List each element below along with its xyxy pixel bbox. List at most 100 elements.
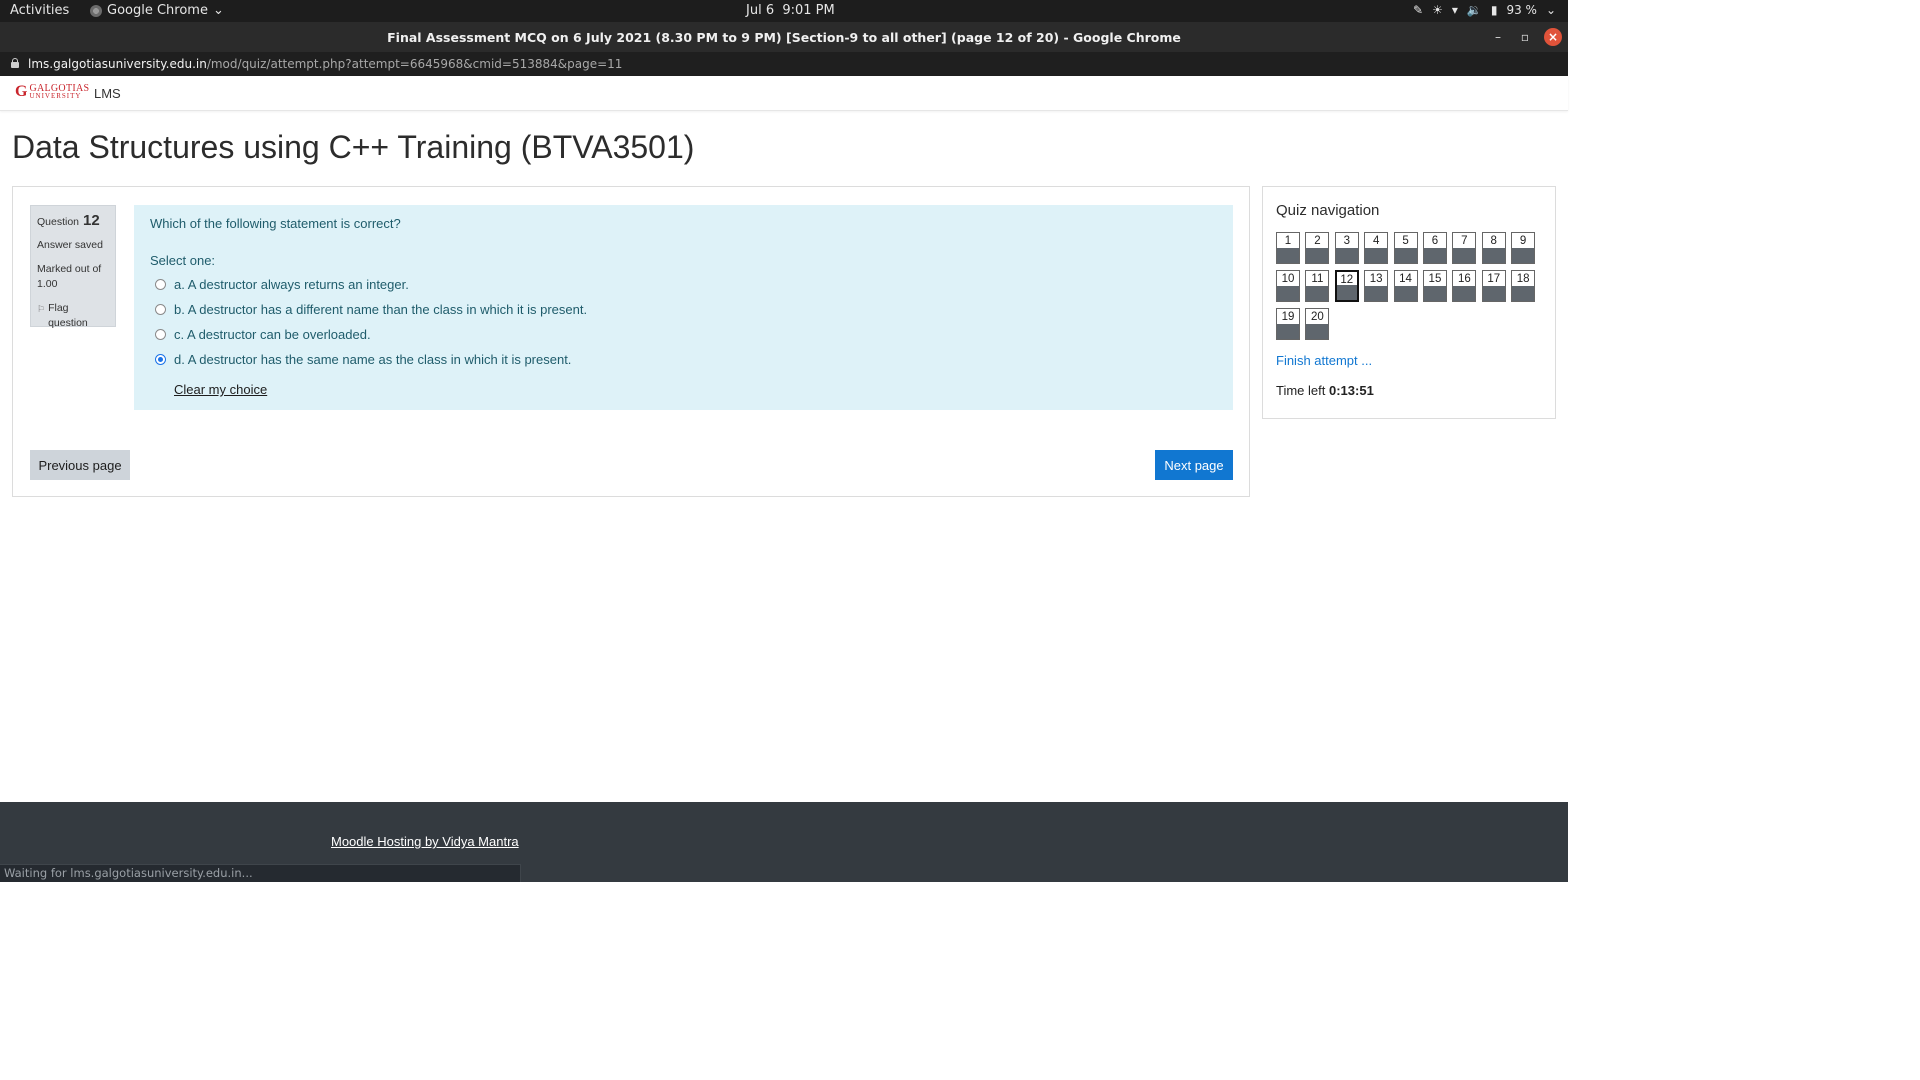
question-number: 12 xyxy=(83,212,100,229)
answered-indicator xyxy=(1365,248,1388,263)
app-menu[interactable]: Google Chrome ⌄ xyxy=(90,3,224,18)
quiz-navigation-title: Quiz navigation xyxy=(1276,202,1380,219)
answered-indicator xyxy=(1512,248,1535,263)
hosting-link[interactable]: Moodle Hosting by Vidya Mantra xyxy=(331,834,519,849)
quiz-nav-number: 1 xyxy=(1284,235,1292,247)
logo-word-2: UNIVERSITY xyxy=(29,92,82,100)
question-text: Which of the following statement is corr… xyxy=(150,216,401,231)
radio-button[interactable] xyxy=(155,304,166,315)
answered-indicator xyxy=(1277,248,1299,263)
battery-icon: ▮ xyxy=(1490,3,1498,17)
time-left-label: Time left xyxy=(1276,383,1326,398)
quiz-nav-button-9[interactable]: 9 xyxy=(1511,232,1536,264)
quiz-navigation-block: Quiz navigation 1 2 3 4 5 6 7 8 9 10 11 12 13 14 15 16 1… xyxy=(1262,186,1556,419)
radio-button[interactable] xyxy=(155,329,166,340)
quiz-nav-button-6[interactable]: 6 xyxy=(1422,232,1447,264)
answered-indicator xyxy=(1306,248,1329,263)
battery-level: 93 % xyxy=(1506,3,1537,17)
flag-question[interactable]: ⚐ Flag question xyxy=(37,301,109,331)
answered-indicator xyxy=(1482,248,1505,263)
close-icon[interactable]: × xyxy=(1544,28,1562,46)
answer-option-label: c. A destructor can be overloaded. xyxy=(174,327,371,342)
radio-button[interactable] xyxy=(155,279,166,290)
clock-time: 9:01 PM xyxy=(782,3,835,18)
quiz-nav-number: 7 xyxy=(1461,235,1468,247)
quiz-nav-number: 13 xyxy=(1369,273,1383,285)
address-bar[interactable]: lms.galgotiasuniversity.edu.in/mod/quiz/… xyxy=(0,52,1568,76)
quiz-nav-button-17[interactable]: 17 xyxy=(1481,270,1506,302)
quiz-nav-number: 14 xyxy=(1399,273,1412,285)
lock-icon[interactable] xyxy=(11,58,19,68)
brightness-icon: ☀ xyxy=(1432,3,1443,17)
answer-option[interactable]: a. A destructor always returns an intege… xyxy=(150,276,1217,293)
question-region: Question 12 Answer saved Marked out of 1… xyxy=(12,186,1250,497)
quiz-nav-button-11[interactable]: 11 xyxy=(1305,270,1330,302)
activities-button[interactable]: Activities xyxy=(10,3,69,18)
url-path: /mod/quiz/attempt.php?attempt=6645968&cm… xyxy=(206,57,623,71)
minimize-icon[interactable]: – xyxy=(1489,28,1507,46)
flag-question-label: Flag question xyxy=(48,302,88,329)
quiz-nav-number: 9 xyxy=(1519,235,1527,247)
quiz-nav-number: 17 xyxy=(1487,273,1501,285)
answered-indicator xyxy=(1512,286,1535,301)
window-title: Final Assessment MCQ on 6 July 2021 (8.3… xyxy=(387,30,1181,45)
chrome-icon xyxy=(90,4,102,17)
previous-page-button[interactable]: Previous page xyxy=(30,450,130,480)
app-menu-label: Google Chrome xyxy=(107,3,208,18)
quiz-nav-button-7[interactable]: 7 xyxy=(1452,232,1477,264)
answered-indicator xyxy=(1423,248,1446,263)
answered-indicator xyxy=(1335,248,1358,263)
answered-indicator xyxy=(1365,286,1388,301)
answered-indicator xyxy=(1277,324,1299,339)
quiz-nav-number: 4 xyxy=(1372,235,1380,247)
quiz-nav-number: 3 xyxy=(1343,235,1350,247)
radio-button[interactable] xyxy=(155,354,166,365)
clock[interactable]: Jul 6 9:01 PM xyxy=(746,3,835,18)
quiz-nav-button-16[interactable]: 16 xyxy=(1452,270,1477,302)
quiz-nav-number: 5 xyxy=(1402,235,1409,247)
system-tray[interactable]: ✎ ☀ ▾ 🔉 ▮ 93 % ⌄ xyxy=(1413,3,1556,17)
maximize-icon[interactable]: ▫ xyxy=(1516,28,1534,46)
quiz-nav-button-8[interactable]: 8 xyxy=(1481,232,1506,264)
quiz-nav-button-4[interactable]: 4 xyxy=(1364,232,1389,264)
quiz-nav-button-1[interactable]: 1 xyxy=(1276,232,1300,264)
question-state: Answer saved xyxy=(37,239,103,251)
quiz-nav-button-18[interactable]: 18 xyxy=(1511,270,1536,302)
tray-app-icon: ✎ xyxy=(1413,3,1424,17)
quiz-nav-button-20[interactable]: 20 xyxy=(1305,308,1330,340)
wifi-icon: ▾ xyxy=(1451,3,1458,17)
time-left: Time left 0:13:51 xyxy=(1276,383,1374,398)
quiz-nav-button-12[interactable]: 12 xyxy=(1334,270,1359,302)
url-text[interactable]: lms.galgotiasuniversity.edu.in/mod/quiz/… xyxy=(28,57,622,71)
clear-choice-link[interactable]: Clear my choice xyxy=(174,382,267,397)
answer-option[interactable]: c. A destructor can be overloaded. xyxy=(150,326,1217,343)
answer-option[interactable]: d. A destructor has the same name as the… xyxy=(150,351,1217,368)
answered-indicator xyxy=(1453,286,1476,301)
flag-icon: ⚐ xyxy=(37,304,46,314)
quiz-nav-button-19[interactable]: 19 xyxy=(1276,308,1300,340)
answered-indicator xyxy=(1394,286,1417,301)
quiz-nav-button-15[interactable]: 15 xyxy=(1422,270,1447,302)
quiz-nav-button-3[interactable]: 3 xyxy=(1334,232,1359,264)
answered-indicator xyxy=(1336,285,1357,300)
finish-attempt-link[interactable]: Finish attempt ... xyxy=(1276,353,1372,368)
site-name[interactable]: LMS xyxy=(94,86,121,101)
browser-status-bar: Waiting for lms.galgotiasuniversity.edu.… xyxy=(0,864,521,882)
clock-date: Jul 6 xyxy=(746,3,775,18)
os-top-bar: Activities Google Chrome ⌄ Jul 6 9:01 PM… xyxy=(0,0,1568,22)
page-title: Data Structures using C++ Training (BTVA… xyxy=(12,129,695,165)
quiz-nav-number: 8 xyxy=(1490,235,1497,247)
quiz-nav-button-14[interactable]: 14 xyxy=(1393,270,1418,302)
quiz-nav-number: 6 xyxy=(1431,235,1439,247)
volume-icon: 🔉 xyxy=(1466,3,1482,17)
quiz-nav-button-10[interactable]: 10 xyxy=(1276,270,1300,302)
chevron-down-icon: ⌄ xyxy=(1545,3,1556,17)
quiz-nav-number: 19 xyxy=(1281,311,1295,323)
quiz-nav-button-13[interactable]: 13 xyxy=(1364,270,1389,302)
answered-indicator xyxy=(1306,324,1329,339)
next-page-button[interactable]: Next page xyxy=(1155,450,1233,480)
answer-option[interactable]: b. A destructor has a different name tha… xyxy=(150,301,1217,318)
quiz-nav-button-2[interactable]: 2 xyxy=(1305,232,1330,264)
university-logo[interactable]: G GALGOTIAS UNIVERSITY xyxy=(15,84,89,100)
quiz-nav-button-5[interactable]: 5 xyxy=(1393,232,1418,264)
